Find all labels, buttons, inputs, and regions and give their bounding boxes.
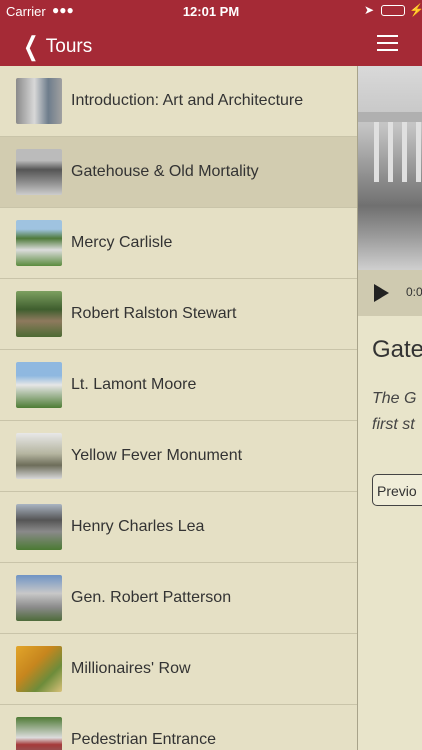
thumbnail	[16, 291, 62, 337]
tour-item-selected[interactable]: Gatehouse & Old Mortality	[0, 137, 357, 208]
status-bar: Carrier ●●● 12:01 PM ➤ ⚡	[0, 0, 422, 22]
tour-item-label: Lt. Lamont Moore	[71, 376, 197, 393]
tour-item-label: Mercy Carlisle	[71, 234, 173, 251]
thumbnail	[16, 149, 62, 195]
thumbnail	[16, 504, 62, 550]
tour-item-label: Yellow Fever Monument	[71, 447, 243, 464]
charging-icon: ⚡	[409, 3, 422, 17]
back-button[interactable]: ❮ Tours	[20, 31, 92, 62]
thumbnail	[16, 646, 62, 692]
tour-item[interactable]: Lt. Lamont Moore	[0, 350, 357, 421]
clock: 12:01 PM	[182, 4, 240, 19]
tour-item[interactable]: Pedestrian Entrance	[0, 705, 357, 750]
navigation-bar: ❮ Tours	[0, 22, 422, 66]
previous-button[interactable]: Previo	[372, 474, 422, 506]
tour-item[interactable]: Mercy Carlisle	[0, 208, 357, 279]
thumbnail	[16, 78, 62, 124]
thumbnail	[16, 220, 62, 266]
tour-item[interactable]: Gen. Robert Patterson	[0, 563, 357, 634]
hamburger-menu-icon[interactable]	[377, 35, 398, 51]
play-icon[interactable]	[374, 284, 389, 302]
audio-player: 0:0	[358, 270, 422, 316]
thumbnail	[16, 362, 62, 408]
tour-item[interactable]: Henry Charles Lea	[0, 492, 357, 563]
battery-icon	[381, 5, 405, 16]
tour-item-label: Henry Charles Lea	[71, 518, 205, 535]
thumbnail	[16, 433, 62, 479]
stop-description: The G first st	[372, 386, 416, 438]
location-icon: ➤	[364, 3, 375, 17]
tour-stop-photo	[358, 66, 422, 270]
tour-item-label: Millionaires' Row	[71, 660, 191, 677]
description-line: The G	[372, 390, 417, 407]
description-line: first st	[372, 416, 415, 433]
stop-title: Gate	[372, 336, 422, 363]
tour-stop-list: Introduction: Art and Architecture Gateh…	[0, 66, 357, 750]
tour-item-label: Introduction: Art and Architecture	[71, 92, 304, 109]
tour-detail-panel[interactable]: 0:0 Gate The G first st Previo	[358, 66, 422, 750]
tour-item-label: Pedestrian Entrance	[71, 731, 216, 748]
thumbnail	[16, 575, 62, 621]
tour-item-label: Gen. Robert Patterson	[71, 589, 232, 606]
thumbnail	[16, 717, 62, 750]
tour-item[interactable]: Millionaires' Row	[0, 634, 357, 705]
tour-item[interactable]: Robert Ralston Stewart	[0, 279, 357, 350]
tour-item[interactable]: Introduction: Art and Architecture	[0, 66, 357, 137]
tour-item[interactable]: Yellow Fever Monument	[0, 421, 357, 492]
audio-time: 0:0	[406, 285, 422, 299]
tour-item-label: Gatehouse & Old Mortality	[71, 163, 259, 180]
tour-item-label: Robert Ralston Stewart	[71, 305, 237, 322]
chevron-left-icon: ❮	[23, 31, 39, 61]
back-label: Tours	[45, 35, 93, 57]
